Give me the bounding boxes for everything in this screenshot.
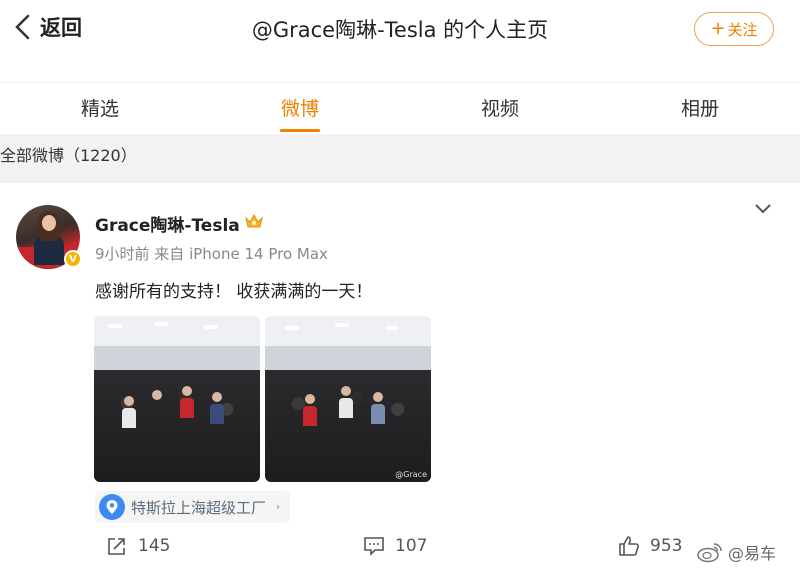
photo-person (152, 390, 162, 400)
repost-icon (108, 538, 125, 555)
post-card: V Grace陶琳-Tesla 9小时前 来自 iPhone 14 Pro Ma… (0, 183, 800, 577)
photo-shirt (122, 408, 136, 428)
source-watermark: @易车 (696, 540, 776, 564)
photo-person (373, 392, 383, 402)
follow-label: 关注 (727, 20, 758, 39)
back-label: 返回 (40, 16, 82, 40)
photo-person (182, 386, 192, 396)
photo-crowd (94, 370, 260, 482)
like-count: 953 (650, 536, 683, 556)
photo-person (305, 394, 315, 404)
photo-watermark: @Grace (395, 470, 427, 479)
back-button[interactable]: 返回 (14, 12, 82, 42)
tab-featured[interactable]: 精选 (0, 83, 200, 134)
photo-shirt (210, 404, 224, 424)
post-photo-2[interactable]: @Grace (265, 316, 431, 482)
verified-badge-icon: V (64, 250, 82, 268)
comment-count: 107 (395, 536, 428, 556)
comment-button[interactable]: 107 (363, 535, 427, 557)
post-actions: 145 107 953 (0, 535, 800, 575)
all-posts-header: 全部微博（1220） (0, 146, 137, 165)
post-photo-1[interactable] (94, 316, 260, 482)
profile-tabs: 精选 微博 视频 相册 (0, 82, 800, 134)
location-label: 特斯拉上海超级工厂 (131, 498, 267, 517)
post-meta: 9小时前 来自 iPhone 14 Pro Max (95, 245, 328, 263)
comment-icon (364, 537, 384, 556)
like-icon (619, 536, 639, 556)
top-bar: 返回 @Grace陶琳-Tesla 的个人主页 + 关注 (0, 0, 800, 82)
photo-light (204, 325, 218, 329)
avatar-face (42, 215, 56, 231)
photo-person (124, 396, 134, 406)
vip-crown-icon (245, 213, 263, 228)
photo-light (108, 324, 122, 328)
page-title: @Grace陶琳-Tesla 的个人主页 (251, 18, 549, 42)
weibo-logo-icon (697, 543, 722, 563)
tab-album[interactable]: 相册 (600, 83, 800, 134)
photo-shirt (339, 398, 353, 418)
photo-light (285, 326, 299, 330)
location-tag[interactable]: 特斯拉上海超级工厂 › (95, 491, 291, 523)
chevron-left-icon (15, 14, 30, 40)
photo-ceiling (94, 316, 260, 346)
photo-person (212, 392, 222, 402)
post-text: 感谢所有的支持！ 收获满满的一天！ (95, 282, 373, 302)
photo-light (335, 323, 349, 327)
photo-light (385, 326, 399, 330)
photo-ceiling (265, 316, 431, 346)
tab-weibo[interactable]: 微博 (200, 83, 400, 134)
repost-button[interactable]: 145 (106, 535, 170, 557)
location-arrow-icon: › (276, 501, 281, 513)
plus-icon: + (710, 18, 726, 39)
photo-light (154, 322, 168, 326)
photo-person (341, 386, 351, 396)
photo-shirt (371, 404, 385, 424)
chevron-down-icon[interactable] (754, 201, 772, 215)
tab-video[interactable]: 视频 (400, 83, 600, 134)
post-username[interactable]: Grace陶琳-Tesla (95, 211, 240, 236)
photo-shirt (303, 406, 317, 426)
follow-button[interactable]: + 关注 (694, 12, 774, 46)
source-label: @易车 (728, 544, 777, 563)
repost-count: 145 (138, 536, 171, 556)
photo-shirt (180, 398, 194, 418)
location-pin-icon (99, 494, 125, 520)
like-button[interactable]: 953 (618, 535, 682, 557)
